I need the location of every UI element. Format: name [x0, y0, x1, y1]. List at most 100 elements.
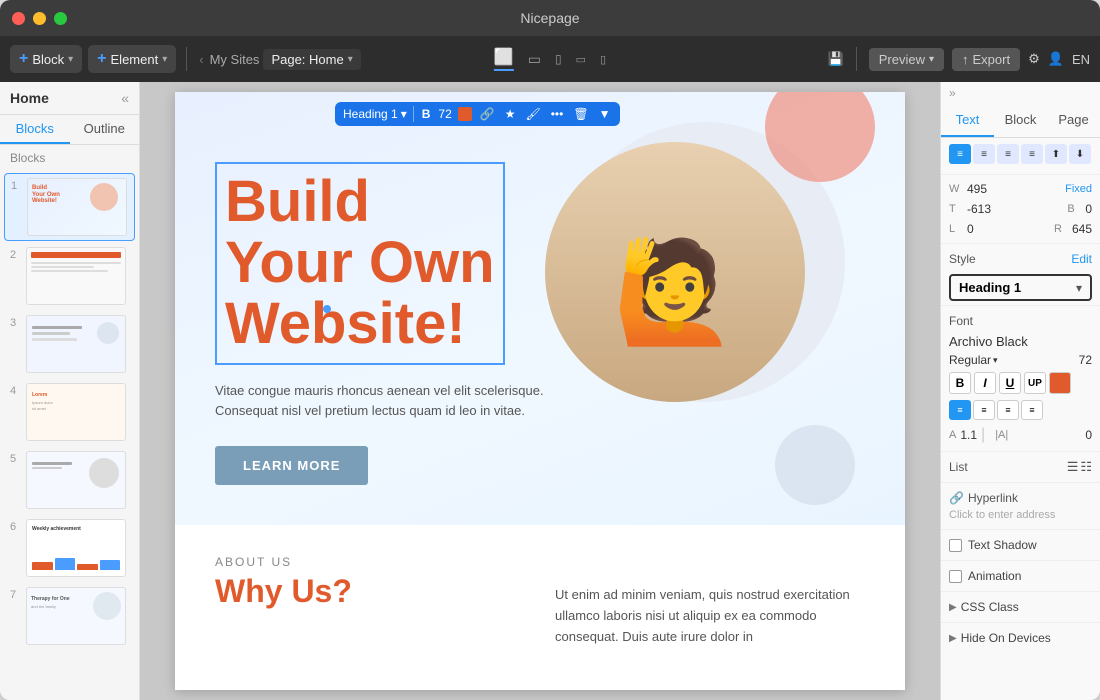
font-size-value[interactable]: 72 [1079, 353, 1092, 367]
panel-expand[interactable]: » [941, 82, 1100, 104]
tab-blocks[interactable]: Blocks [0, 115, 70, 144]
position-tb-row: T -613 B 0 [941, 199, 1100, 219]
minimize-button[interactable] [33, 12, 46, 25]
para-right-btn[interactable]: ≡ [997, 400, 1019, 420]
page-item-5[interactable]: 5 [4, 447, 135, 513]
para-center-btn[interactable]: ≡ [973, 400, 995, 420]
align-justify-btn[interactable]: ≡ [1021, 144, 1043, 164]
animation-row: Animation [941, 565, 1100, 587]
preview-button[interactable]: Preview ▾ [869, 48, 944, 71]
align-top-btn[interactable]: ⬆ [1045, 144, 1067, 164]
unordered-list-btn[interactable]: ☰ [1067, 459, 1079, 475]
my-sites-link[interactable]: My Sites [210, 52, 260, 67]
user-button[interactable]: 👤 [1048, 51, 1064, 67]
thumb1-decor [90, 183, 118, 211]
divider-5 [941, 482, 1100, 483]
canvas: Heading 1 ▾ B 72 🔗 ★ [175, 92, 905, 690]
para-justify-btn[interactable]: ≡ [1021, 400, 1043, 420]
down-button[interactable]: ▼ [597, 107, 613, 121]
align-bottom-btn[interactable]: ⬇ [1069, 144, 1091, 164]
text-color-swatch[interactable] [1049, 372, 1071, 394]
b-value[interactable]: 0 [1085, 202, 1092, 216]
page-item-3[interactable]: 3 [4, 311, 135, 377]
more-icon: ••• [551, 107, 564, 121]
tab-outline[interactable]: Outline [70, 115, 140, 144]
export-button[interactable]: ↑ Export [952, 48, 1020, 71]
page-item-6[interactable]: 6 Weekly achievement [4, 515, 135, 581]
font-name[interactable]: Archivo Black [941, 332, 1100, 351]
page-name: Page: Home [271, 52, 343, 67]
heading-type-label: Heading 1 [343, 107, 398, 121]
delete-button[interactable]: 🗑 [571, 107, 590, 121]
style-label-row: Style Edit [941, 248, 1100, 270]
align-left-btn[interactable]: ≡ [949, 144, 971, 164]
link-button[interactable]: 🔗 [478, 107, 497, 121]
spacing-a-value[interactable]: 1.1 [960, 428, 977, 442]
canvas-scroll[interactable]: Heading 1 ▾ B 72 🔗 ★ [140, 82, 940, 700]
page-item-1[interactable]: 1 BuildYour OwnWebsite! [4, 173, 135, 241]
underline-format-btn[interactable]: U [999, 372, 1021, 394]
list-buttons: ☰ ☷ [1067, 459, 1092, 475]
spacing-a2-value[interactable]: 0 [1085, 428, 1092, 442]
about-left: ABOUT US Why Us? [215, 555, 525, 647]
maximize-button[interactable] [54, 12, 67, 25]
page-item-2[interactable]: 2 [4, 243, 135, 309]
save-button[interactable]: 💾 [828, 51, 844, 67]
canvas-area[interactable]: Heading 1 ▾ B 72 🔗 ★ [140, 82, 940, 700]
tablet-icon[interactable]: ▭ [528, 51, 541, 68]
hero-heading[interactable]: BuildYour OwnWebsite! [215, 162, 505, 365]
align-center-btn[interactable]: ≡ [973, 144, 995, 164]
language-label: EN [1072, 52, 1090, 67]
current-page-dropdown[interactable]: Page: Home ▾ [263, 49, 360, 70]
more-button[interactable]: ••• [549, 107, 566, 121]
italic-format-btn[interactable]: I [974, 372, 996, 394]
add-block-button[interactable]: + Block ▾ [10, 45, 82, 73]
spacing-sep: | [981, 426, 985, 444]
brush-button[interactable]: 🖌 [524, 107, 543, 121]
css-class-accordion[interactable]: ▶ CSS Class [941, 596, 1100, 618]
language-button[interactable]: EN [1072, 52, 1090, 67]
bold-button[interactable]: B [420, 107, 433, 121]
tab-block[interactable]: Block [994, 104, 1047, 137]
animation-checkbox[interactable] [949, 570, 962, 583]
font-style-dropdown[interactable]: Regular ▾ [949, 353, 998, 367]
spacing-row: A 1.1 | |A| 0 [941, 423, 1100, 447]
style-selector[interactable]: Heading 1 ▾ [949, 274, 1092, 301]
close-button[interactable] [12, 12, 25, 25]
hyperlink-row[interactable]: 🔗 Hyperlink [941, 487, 1100, 509]
divider-3 [941, 305, 1100, 306]
star-button[interactable]: ★ [503, 107, 518, 121]
ordered-list-btn[interactable]: ☷ [1080, 459, 1092, 475]
mobile-portrait-icon[interactable]: ▯ [600, 53, 606, 66]
color-picker[interactable] [458, 107, 472, 121]
text-shadow-checkbox[interactable] [949, 539, 962, 552]
tablet-portrait-icon[interactable]: ▯ [555, 52, 562, 66]
learn-more-button[interactable]: LEARN MORE [215, 446, 368, 485]
divider-8 [941, 591, 1100, 592]
tab-text[interactable]: Text [941, 104, 994, 137]
align-right-btn[interactable]: ≡ [997, 144, 1019, 164]
collapse-icon[interactable]: « [121, 90, 129, 106]
hide-devices-accordion[interactable]: ▶ Hide On Devices [941, 627, 1100, 649]
uppercase-format-btn[interactable]: UP [1024, 372, 1046, 394]
para-left-btn[interactable]: ≡ [949, 400, 971, 420]
page-item-4[interactable]: 4 Lorem Ipsum dolorsit amet [4, 379, 135, 445]
width-mode[interactable]: Fixed [1065, 183, 1092, 195]
page-item-7[interactable]: 7 Therapy for One and the family [4, 583, 135, 649]
width-value[interactable]: 495 [967, 182, 987, 196]
bold-format-btn[interactable]: B [949, 372, 971, 394]
ft-heading-label[interactable]: Heading 1 ▾ [343, 107, 407, 121]
mobile-landscape-icon[interactable]: ▭ [576, 53, 586, 66]
width-row: W 495 Fixed [941, 179, 1100, 199]
tab-page[interactable]: Page [1047, 104, 1100, 137]
t-value[interactable]: -613 [967, 202, 991, 216]
hyperlink-hint[interactable]: Click to enter address [941, 509, 1100, 525]
text-shadow-row: Text Shadow [941, 534, 1100, 556]
add-element-button[interactable]: + Element ▾ [88, 45, 176, 73]
r-value[interactable]: 645 [1072, 222, 1092, 236]
desktop-icon[interactable]: ⬜ [494, 47, 514, 71]
style-edit-button[interactable]: Edit [1071, 252, 1092, 266]
resize-handle[interactable] [323, 305, 331, 313]
settings-button[interactable]: ⚙ [1028, 51, 1040, 67]
l-value[interactable]: 0 [967, 222, 974, 236]
